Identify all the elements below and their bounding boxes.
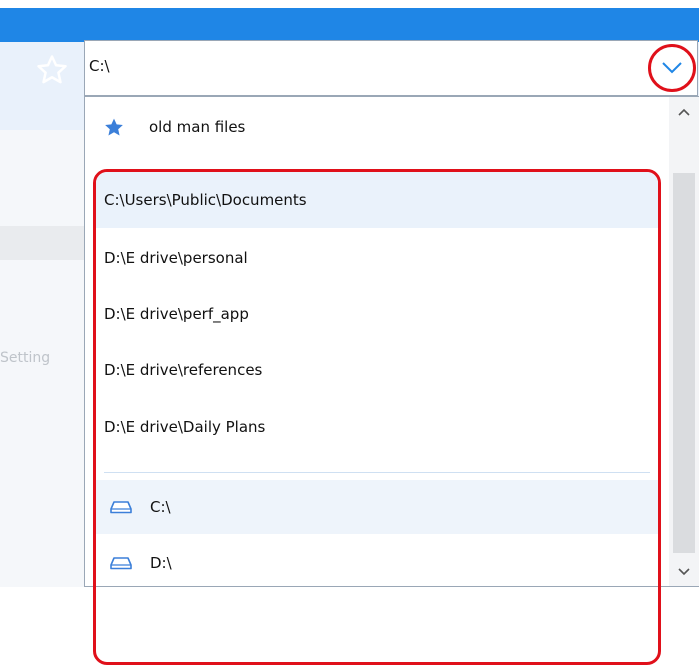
- drive-label: D:\: [150, 554, 172, 572]
- favorite-item[interactable]: old man files: [85, 97, 670, 157]
- drive-item[interactable]: C:\: [96, 480, 658, 534]
- recent-location-path: C:\Users\Public\Documents: [104, 191, 307, 209]
- add-favorite-button[interactable]: [32, 50, 72, 90]
- star-filled-icon: [103, 117, 129, 138]
- address-value: C:\: [89, 57, 110, 75]
- settings-partial-label: Setting: [0, 350, 51, 366]
- recent-locations-highlight: C:\Users\Public\Documents D:\E drive\per…: [93, 169, 661, 665]
- star-outline-icon: [37, 55, 67, 84]
- favorite-label: old man files: [149, 118, 246, 136]
- drive-label: C:\: [150, 498, 171, 516]
- window-top-edge: [0, 0, 699, 8]
- chevron-down-small-icon: [678, 568, 690, 576]
- address-dropdown-list: old man files C:\Users\Public\Documents …: [84, 96, 699, 665]
- scrollbar-thumb[interactable]: [673, 173, 695, 553]
- recent-location-item[interactable]: C:\Users\Public\Documents: [96, 172, 658, 228]
- drive-item[interactable]: D:\: [96, 536, 658, 590]
- left-pane: Setting: [0, 130, 84, 587]
- recent-location-path: D:\E drive\Daily Plans: [104, 418, 266, 436]
- section-divider: [104, 472, 650, 473]
- recent-location-path: D:\E drive\references: [104, 361, 263, 379]
- chevron-up-icon: [678, 108, 690, 116]
- scroll-down-button[interactable]: [675, 563, 693, 581]
- left-pane-band: [0, 226, 84, 260]
- recent-location-item[interactable]: D:\E drive\perf_app: [96, 286, 658, 342]
- chevron-down-icon: [662, 62, 682, 74]
- drive-icon: [110, 556, 134, 570]
- address-input[interactable]: C:\: [84, 40, 698, 96]
- dropdown-scrollbar[interactable]: [669, 97, 699, 586]
- recent-location-path: D:\E drive\perf_app: [104, 305, 249, 323]
- scroll-up-button[interactable]: [675, 103, 693, 121]
- recent-location-item[interactable]: D:\E drive\Daily Plans: [96, 399, 658, 455]
- address-dropdown-button[interactable]: [648, 44, 696, 92]
- recent-location-path: D:\E drive\personal: [104, 249, 248, 267]
- recent-location-item[interactable]: D:\E drive\references: [96, 342, 658, 398]
- recent-location-item[interactable]: D:\E drive\personal: [96, 230, 658, 286]
- drive-icon: [110, 500, 134, 514]
